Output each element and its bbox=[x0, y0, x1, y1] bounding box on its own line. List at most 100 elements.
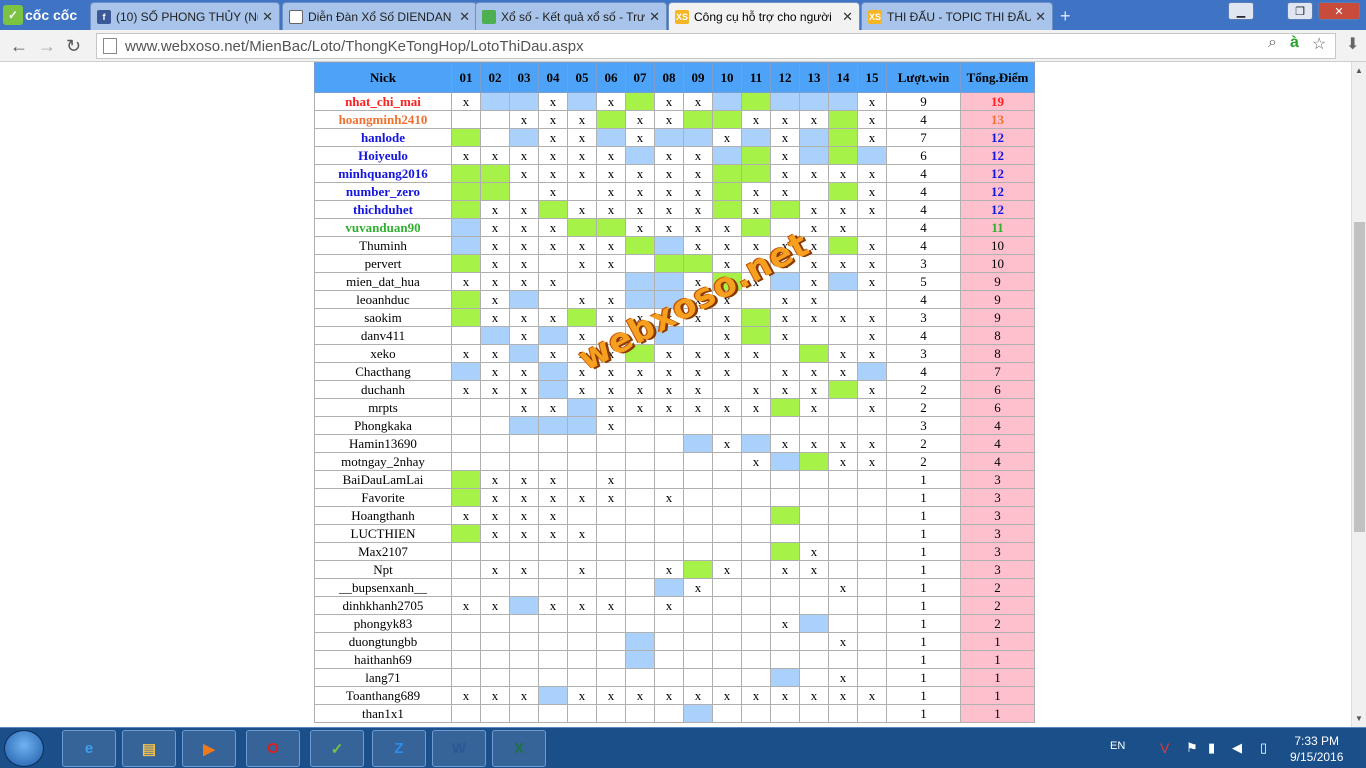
browser-tab[interactable]: f (10) SỐ PHONG THỦY (Nu ✕ bbox=[90, 2, 280, 30]
empty-cell bbox=[625, 560, 655, 579]
miss-cell: x bbox=[770, 308, 800, 327]
search-icon[interactable]: ⌕ bbox=[1268, 34, 1277, 52]
hit-cell-green bbox=[828, 182, 858, 201]
empty-cell bbox=[741, 596, 771, 615]
miss-cell: x bbox=[654, 488, 684, 507]
empty-cell bbox=[596, 578, 626, 597]
scroll-thumb[interactable] bbox=[1354, 222, 1365, 532]
forward-icon[interactable]: → bbox=[38, 36, 56, 57]
hit-cell-green bbox=[451, 164, 481, 183]
miss-cell: x bbox=[567, 380, 597, 399]
empty-cell bbox=[596, 542, 626, 561]
empty-cell bbox=[509, 542, 539, 561]
miss-cell: x bbox=[538, 470, 568, 489]
tray-flag-icon[interactable]: ⚑ bbox=[1186, 740, 1198, 756]
empty-cell bbox=[857, 290, 887, 309]
media-player-icon[interactable]: ▶ bbox=[182, 730, 236, 767]
empty-cell bbox=[799, 488, 829, 507]
coccoc-logo[interactable]: ✓ cốc cốc bbox=[3, 3, 77, 26]
volume-icon[interactable]: ◀ bbox=[1232, 740, 1242, 756]
back-icon[interactable]: ← bbox=[10, 36, 28, 57]
empty-cell bbox=[712, 416, 742, 435]
miss-cell: x bbox=[799, 398, 829, 417]
hit-cell-blue bbox=[741, 128, 771, 147]
empty-cell bbox=[451, 434, 481, 453]
tab-close-icon[interactable]: ✕ bbox=[262, 9, 273, 25]
ie-icon[interactable]: e bbox=[62, 730, 116, 767]
page-scrollbar[interactable]: ▲ ▼ bbox=[1351, 62, 1366, 727]
network-icon[interactable]: ▮ bbox=[1208, 740, 1215, 756]
hit-cell-green bbox=[741, 92, 771, 111]
zalo-icon[interactable]: Z bbox=[372, 730, 426, 767]
maximize-icon[interactable]: ❐ bbox=[1287, 2, 1313, 20]
empty-cell bbox=[770, 470, 800, 489]
miss-cell: x bbox=[509, 470, 539, 489]
start-button[interactable] bbox=[4, 730, 44, 767]
battery-icon[interactable]: ▯ bbox=[1260, 740, 1267, 756]
excel-icon[interactable]: X bbox=[492, 730, 546, 767]
miss-cell: x bbox=[712, 128, 742, 147]
miss-cell: x bbox=[451, 686, 481, 705]
browser-tab[interactable]: XS THI ĐẤU - TOPIC THI ĐẤU ✕ bbox=[861, 2, 1053, 30]
miss-cell: x bbox=[857, 326, 887, 345]
miss-cell: x bbox=[741, 686, 771, 705]
system-clock[interactable]: 7:33 PM 9/15/2016 bbox=[1290, 733, 1343, 765]
miss-cell: x bbox=[683, 362, 713, 381]
miss-cell: x bbox=[857, 452, 887, 471]
tab-close-icon[interactable]: ✕ bbox=[1035, 9, 1046, 25]
language-indicator[interactable]: EN bbox=[1110, 740, 1125, 752]
scroll-up-icon[interactable]: ▲ bbox=[1355, 66, 1363, 75]
hit-cell-blue bbox=[625, 272, 655, 291]
miss-cell: x bbox=[828, 362, 858, 381]
clock-date: 9/15/2016 bbox=[1290, 750, 1344, 764]
miss-cell: x bbox=[799, 164, 829, 183]
hit-cell-blue bbox=[799, 614, 829, 633]
browser-tab[interactable]: Diễn Đàn Xổ Số DIENDAN ✕ bbox=[282, 2, 477, 30]
miss-cell: x bbox=[538, 218, 568, 237]
browser-tab[interactable]: Xổ số - Kết quả xổ số - Trư ✕ bbox=[475, 2, 667, 30]
empty-cell bbox=[538, 542, 568, 561]
tab-close-icon[interactable]: ✕ bbox=[842, 9, 853, 25]
menu-icon[interactable]: ⬇ bbox=[1346, 34, 1359, 54]
hit-cell-green bbox=[451, 488, 481, 507]
empty-cell bbox=[683, 650, 713, 669]
empty-cell bbox=[770, 704, 800, 723]
explorer-icon[interactable]: ▤ bbox=[122, 730, 176, 767]
browser-tab-bar: ✓ cốc cốc f (10) SỐ PHONG THỦY (Nu ✕ Diễn Đà… bbox=[0, 0, 1366, 30]
reload-icon[interactable]: ↻ bbox=[66, 36, 81, 57]
address-bar[interactable]: www.webxoso.net/MienBac/Loto/ThongKeTong… bbox=[96, 33, 1336, 59]
miss-cell: x bbox=[799, 290, 829, 309]
minimize-icon[interactable]: ▁ bbox=[1228, 2, 1254, 20]
empty-cell bbox=[451, 560, 481, 579]
close-window-icon[interactable]: ✕ bbox=[1318, 2, 1360, 20]
empty-cell bbox=[480, 668, 510, 687]
tab-close-icon[interactable]: ✕ bbox=[459, 9, 470, 25]
browser-tab[interactable]: XS Công cụ hỗ trợ cho người ✕ bbox=[668, 2, 860, 30]
antivirus-icon[interactable]: V bbox=[1160, 740, 1169, 756]
win-count-cell: 4 bbox=[886, 164, 961, 183]
empty-cell bbox=[857, 668, 887, 687]
miss-cell: x bbox=[567, 200, 597, 219]
total-score-cell: 3 bbox=[960, 488, 1035, 507]
bookmark-star-icon[interactable]: ☆ bbox=[1312, 34, 1326, 54]
miss-cell: x bbox=[625, 308, 655, 327]
empty-cell bbox=[712, 704, 742, 723]
total-score-cell: 4 bbox=[960, 434, 1035, 453]
empty-cell bbox=[654, 434, 684, 453]
opera-icon[interactable]: O bbox=[246, 730, 300, 767]
scroll-down-icon[interactable]: ▼ bbox=[1355, 714, 1363, 723]
coccoc-taskbar-icon[interactable]: ✓ bbox=[310, 730, 364, 767]
dictionary-icon[interactable]: à bbox=[1290, 34, 1299, 52]
total-score-cell: 1 bbox=[960, 650, 1035, 669]
miss-cell: x bbox=[451, 596, 481, 615]
new-tab-icon[interactable]: + bbox=[1060, 6, 1071, 27]
empty-cell bbox=[538, 704, 568, 723]
table-row: minhquang2016 x x x x x x x x x x x 4 12 bbox=[314, 164, 1035, 183]
miss-cell: x bbox=[857, 110, 887, 129]
miss-cell: x bbox=[625, 182, 655, 201]
tab-close-icon[interactable]: ✕ bbox=[649, 9, 660, 25]
word-icon[interactable]: W bbox=[432, 730, 486, 767]
empty-cell bbox=[741, 524, 771, 543]
table-row: Npt x x x x x x x 1 3 bbox=[314, 560, 1035, 579]
hit-cell-green bbox=[799, 452, 829, 471]
